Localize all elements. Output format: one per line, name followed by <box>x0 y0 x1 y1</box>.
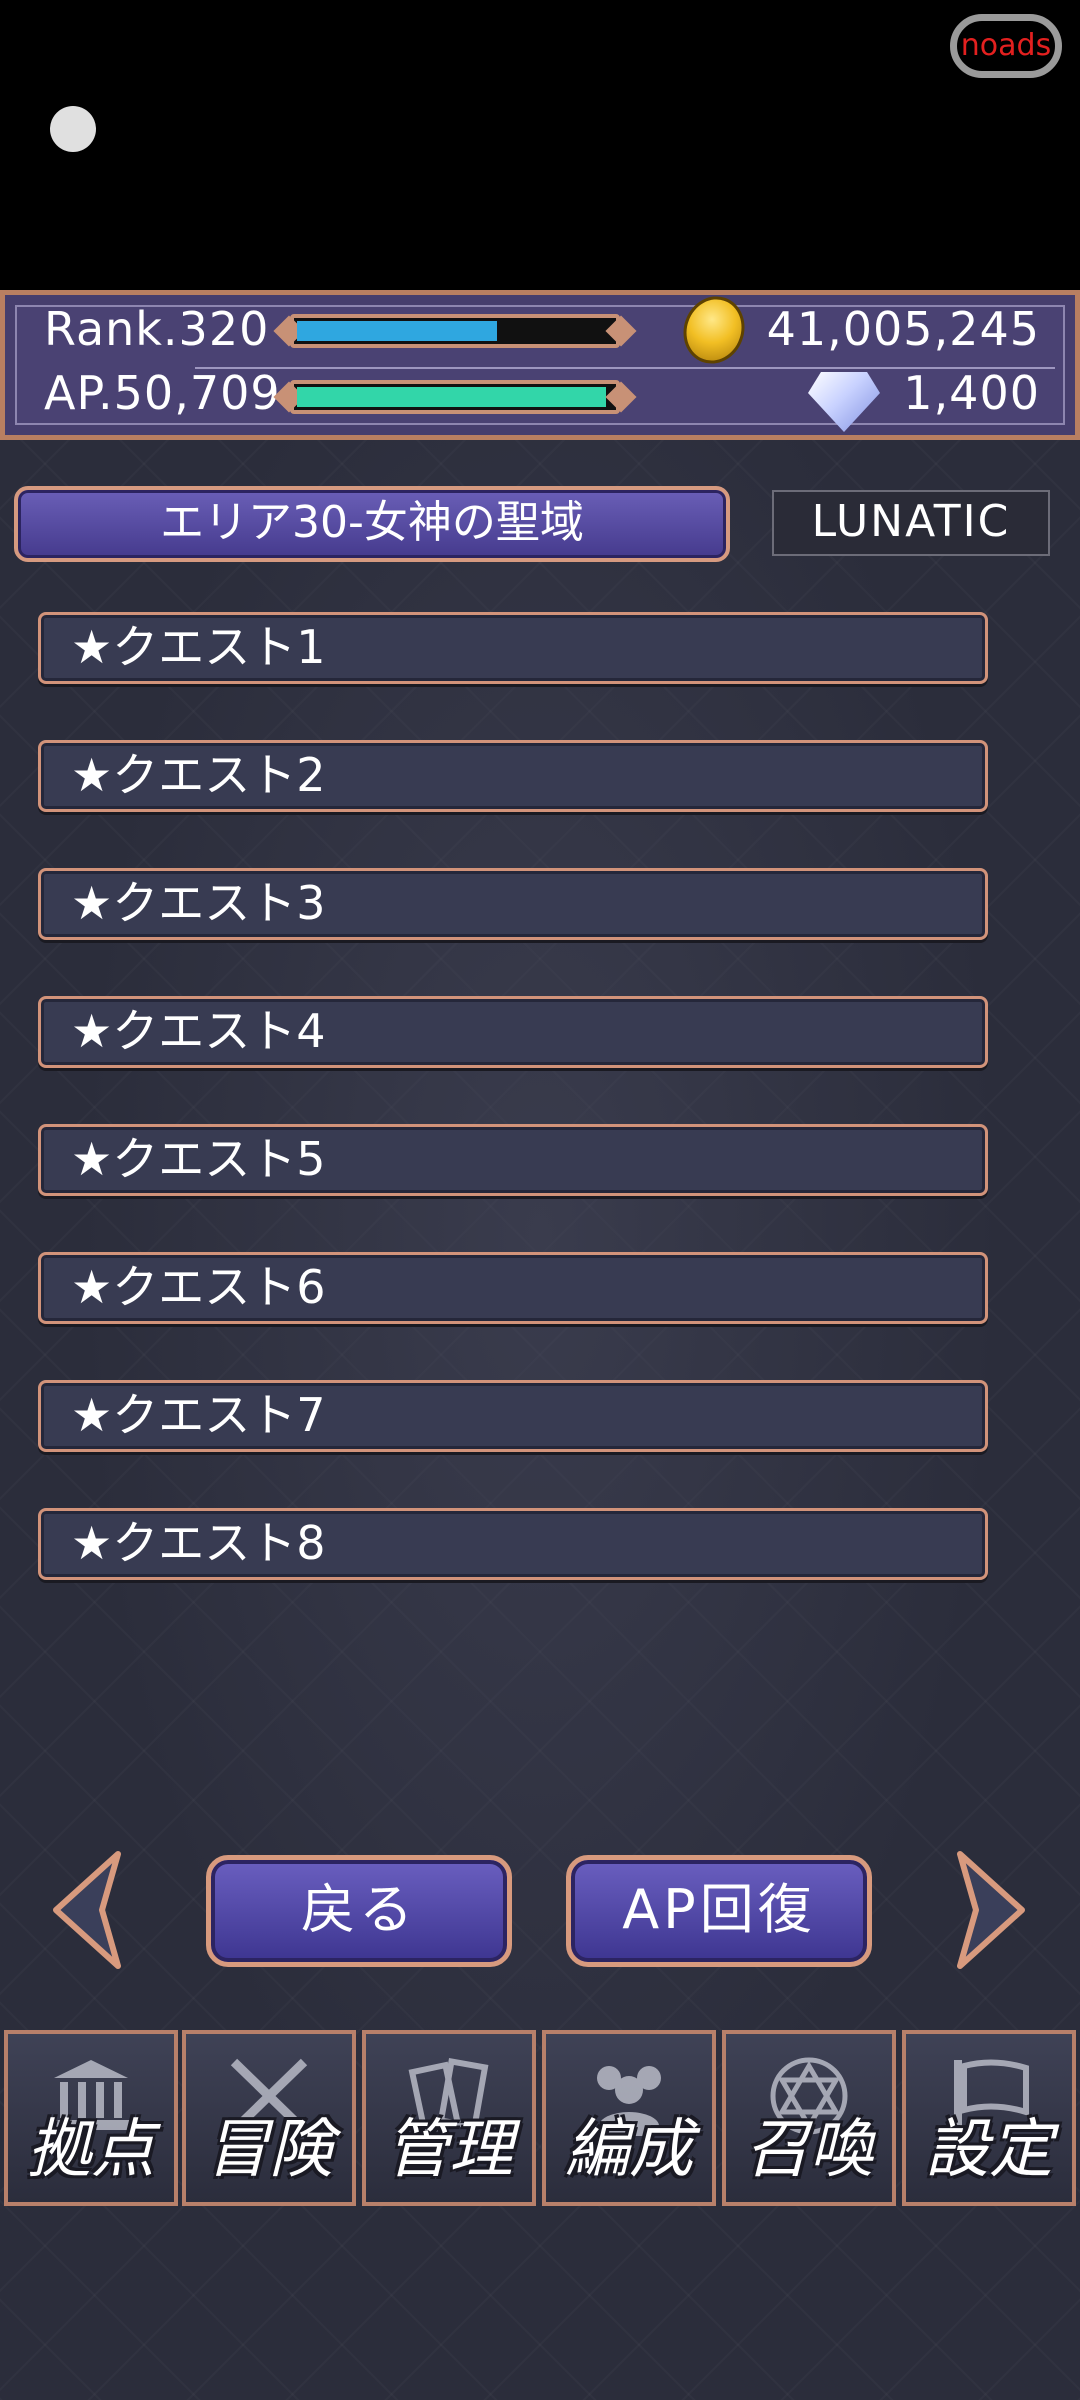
area-title: エリア30-女神の聖域 <box>14 486 730 562</box>
difficulty-label[interactable]: LUNATIC <box>772 490 1050 556</box>
ap-label: AP.50,709 <box>44 366 281 420</box>
gem-amount: 1,400 <box>903 366 1040 420</box>
ap-bar-fill <box>297 387 607 407</box>
menu-summon-label: 召喚 <box>745 2113 873 2187</box>
gold-amount: 41,005,245 <box>766 302 1040 356</box>
rank-bar-fill <box>297 321 497 341</box>
rank-label: Rank.320 <box>44 302 270 356</box>
quest-item-7[interactable]: ★クエスト7 <box>38 1380 988 1452</box>
menu-party-label: 編成 <box>565 2113 693 2187</box>
ap-bar <box>290 380 620 414</box>
rank-bar <box>290 314 620 348</box>
menu-party[interactable]: 編成 <box>542 2030 716 2206</box>
menu-manage-label: 管理 <box>385 2113 513 2187</box>
quest-item-4[interactable]: ★クエスト4 <box>38 996 988 1068</box>
ap-recover-button[interactable]: AP回復 <box>566 1855 872 1967</box>
menu-adventure-label: 冒険 <box>205 2113 333 2187</box>
quest-item-6[interactable]: ★クエスト6 <box>38 1252 988 1324</box>
next-arrow-icon[interactable] <box>950 1850 1030 1970</box>
back-button[interactable]: 戻る <box>206 1855 512 1967</box>
quest-item-1[interactable]: ★クエスト1 <box>38 612 988 684</box>
quest-item-5[interactable]: ★クエスト5 <box>38 1124 988 1196</box>
system-top-area <box>0 0 1080 290</box>
menu-manage[interactable]: 管理 <box>362 2030 536 2206</box>
noads-button[interactable]: noads <box>950 14 1062 78</box>
menu-adventure[interactable]: 冒険 <box>182 2030 356 2206</box>
menu-settings[interactable]: 設定 <box>902 2030 1076 2206</box>
menu-summon[interactable]: 召喚 <box>722 2030 896 2206</box>
menu-base-label: 拠点 <box>27 2113 155 2187</box>
quest-item-2[interactable]: ★クエスト2 <box>38 740 988 812</box>
prev-arrow-icon[interactable] <box>48 1850 128 1970</box>
menu-base[interactable]: 拠点 <box>4 2030 178 2206</box>
quest-item-8[interactable]: ★クエスト8 <box>38 1508 988 1580</box>
quest-item-3[interactable]: ★クエスト3 <box>38 868 988 940</box>
menu-settings-label: 設定 <box>925 2113 1053 2187</box>
floating-dot[interactable] <box>50 106 96 152</box>
